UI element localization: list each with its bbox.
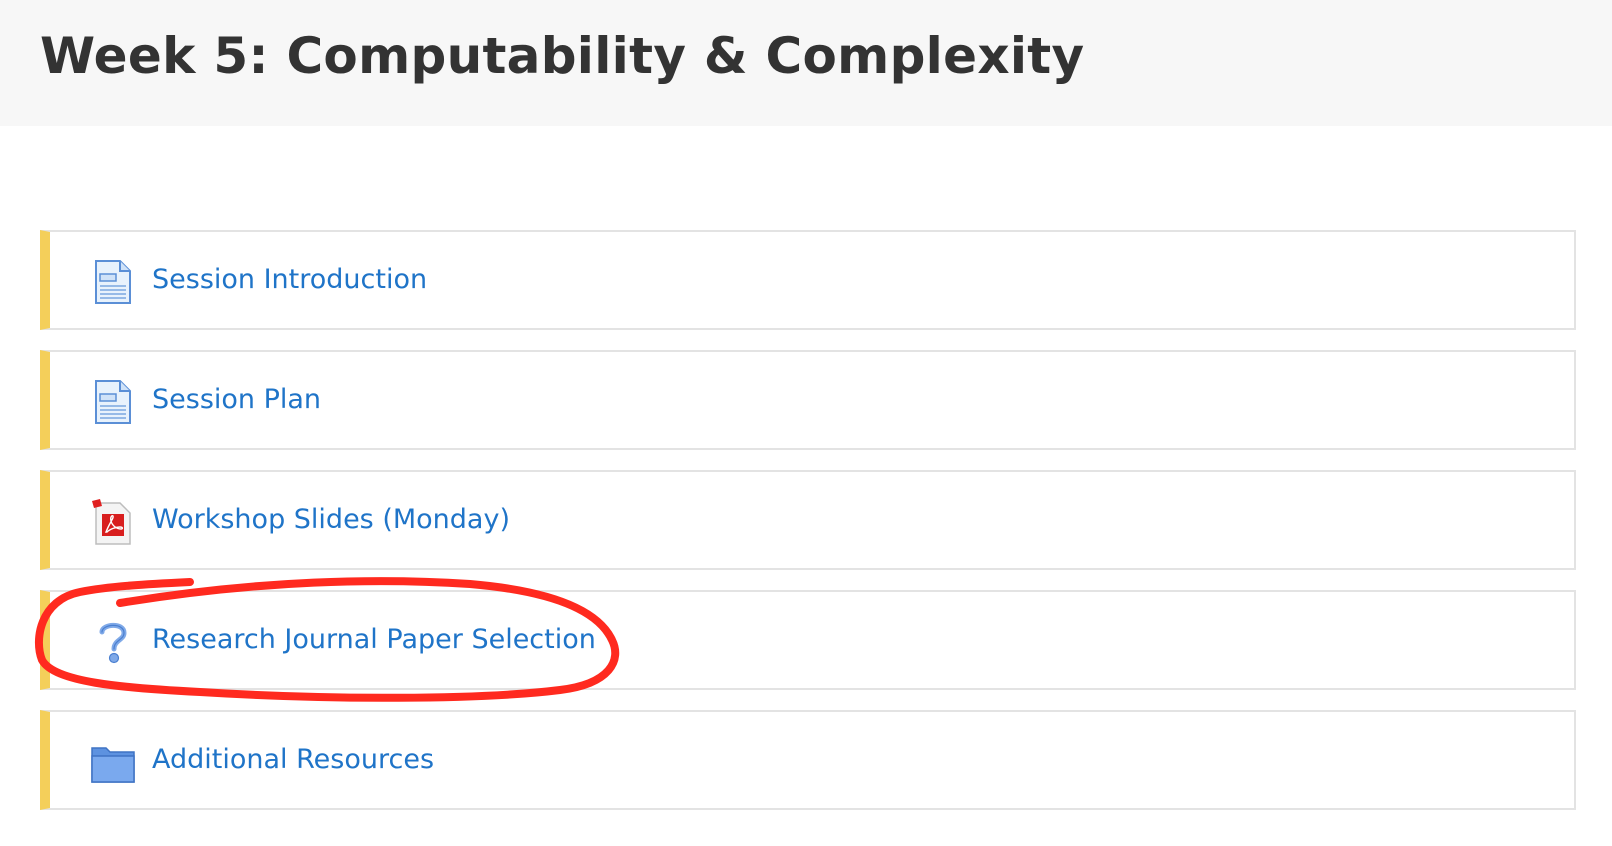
activity-label[interactable]: Session Introduction (152, 232, 427, 328)
activity-additional-resources[interactable]: Additional Resources (40, 710, 1576, 810)
activity-list: Session Introduction Session Plan Worksh… (40, 230, 1576, 830)
activity-research-journal-paper-selection[interactable]: Research Journal Paper Selection (40, 590, 1576, 690)
activity-label[interactable]: Workshop Slides (Monday) (152, 472, 510, 568)
activity-workshop-slides[interactable]: Workshop Slides (Monday) (40, 470, 1576, 570)
folder-icon (90, 738, 136, 786)
activity-label[interactable]: Research Journal Paper Selection (152, 592, 596, 688)
question-icon (90, 618, 136, 666)
page-icon (90, 378, 136, 426)
page-icon (90, 258, 136, 306)
activity-label[interactable]: Session Plan (152, 352, 321, 448)
pdf-icon (90, 498, 136, 546)
page-title: Week 5: Computability & Complexity (40, 27, 1085, 85)
activity-session-introduction[interactable]: Session Introduction (40, 230, 1576, 330)
activity-session-plan[interactable]: Session Plan (40, 350, 1576, 450)
activity-label[interactable]: Additional Resources (152, 712, 434, 808)
page-header: Week 5: Computability & Complexity (0, 0, 1612, 126)
